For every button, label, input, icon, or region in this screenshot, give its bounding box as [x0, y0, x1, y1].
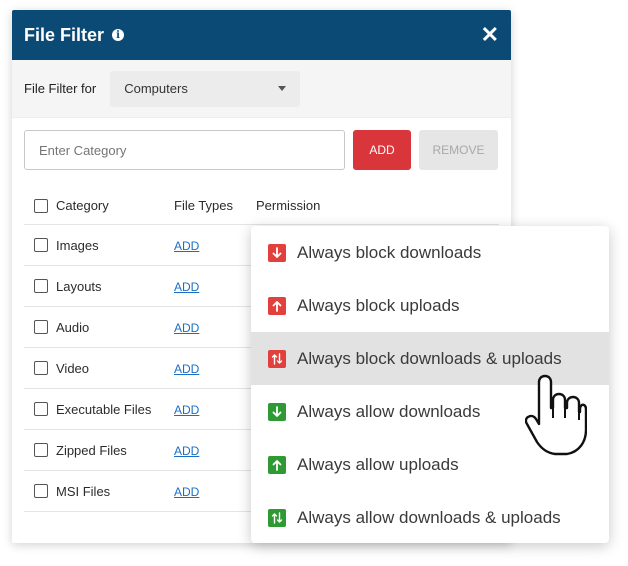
- row-category: Zipped Files: [24, 443, 174, 458]
- permission-option-label: Always allow downloads: [297, 401, 481, 421]
- table-header: Category File Types Permission: [24, 187, 499, 225]
- category-name: Video: [56, 360, 90, 376]
- add-file-types-link[interactable]: ADD: [174, 403, 199, 417]
- add-button[interactable]: ADD: [353, 130, 411, 170]
- target-select-value: Computers: [124, 81, 188, 96]
- add-file-types-link[interactable]: ADD: [174, 321, 199, 335]
- add-file-types-link[interactable]: ADD: [174, 485, 199, 499]
- add-file-types-link[interactable]: ADD: [174, 280, 199, 294]
- remove-button[interactable]: REMOVE: [419, 130, 498, 170]
- arrow-down-icon: [268, 243, 286, 262]
- add-file-types-link[interactable]: ADD: [174, 362, 199, 376]
- header-permission: Permission: [256, 198, 321, 213]
- arrow-up-icon: [268, 296, 286, 315]
- row-file-types: ADD: [174, 320, 256, 335]
- row-category: MSI Files: [24, 484, 174, 499]
- header-category-label: Category: [56, 198, 109, 213]
- dialog-title: File Filter: [24, 24, 105, 45]
- permission-option-label: Always block downloads & uploads: [297, 348, 562, 368]
- row-category: Executable Files: [24, 402, 174, 417]
- info-icon[interactable]: i: [112, 29, 125, 41]
- arrows-up-down-icon: [268, 508, 286, 527]
- row-checkbox[interactable]: [34, 443, 48, 457]
- row-checkbox[interactable]: [34, 484, 48, 498]
- arrow-up-icon: [268, 455, 286, 474]
- permission-option-label: Always block downloads: [297, 242, 482, 262]
- row-checkbox[interactable]: [34, 320, 48, 334]
- header-category: Category: [24, 198, 174, 213]
- target-select[interactable]: Computers: [110, 70, 301, 107]
- permission-option-label: Always allow downloads & uploads: [297, 507, 561, 527]
- row-file-types: ADD: [174, 484, 256, 499]
- filter-bar: File Filter for Computers: [12, 60, 511, 118]
- dialog-titlebar: File Filter i ✕: [12, 10, 511, 60]
- hand-cursor-icon: [525, 374, 587, 456]
- category-input[interactable]: [24, 130, 345, 170]
- arrow-down-icon: [268, 402, 286, 421]
- row-file-types: ADD: [174, 279, 256, 294]
- category-input-row: ADD REMOVE: [24, 130, 498, 170]
- category-name: Executable Files: [56, 401, 152, 417]
- row-checkbox[interactable]: [34, 361, 48, 375]
- row-file-types: ADD: [174, 443, 256, 458]
- row-checkbox[interactable]: [34, 402, 48, 416]
- stage: File Filter i ✕ File Filter for Computer…: [0, 0, 628, 566]
- permission-option-label: Always allow uploads: [297, 454, 459, 474]
- chevron-down-icon: [278, 86, 287, 91]
- arrows-up-down-icon: [268, 349, 286, 368]
- category-name: Layouts: [56, 278, 102, 294]
- category-name: Audio: [56, 319, 90, 335]
- permission-option[interactable]: Always block uploads: [251, 279, 609, 332]
- select-all-checkbox[interactable]: [34, 198, 48, 213]
- permission-option[interactable]: Always block downloads: [251, 226, 609, 279]
- add-file-types-link[interactable]: ADD: [174, 444, 199, 458]
- title-group: File Filter i: [24, 24, 125, 46]
- row-checkbox[interactable]: [34, 279, 48, 293]
- add-file-types-link[interactable]: ADD: [174, 239, 199, 253]
- close-icon[interactable]: ✕: [481, 24, 499, 46]
- row-category: Video: [24, 361, 174, 376]
- permission-option-label: Always block uploads: [297, 295, 460, 315]
- permission-option[interactable]: Always allow downloads & uploads: [251, 491, 609, 544]
- header-file-types: File Types: [174, 198, 234, 213]
- row-category: Images: [24, 238, 174, 253]
- row-category: Layouts: [24, 279, 174, 294]
- row-checkbox[interactable]: [34, 238, 48, 252]
- row-category: Audio: [24, 320, 174, 335]
- category-name: MSI Files: [56, 483, 111, 499]
- row-file-types: ADD: [174, 238, 256, 253]
- category-name: Images: [56, 237, 99, 253]
- row-file-types: ADD: [174, 361, 256, 376]
- category-name: Zipped Files: [56, 442, 127, 458]
- row-file-types: ADD: [174, 402, 256, 417]
- filter-label: File Filter for: [24, 81, 97, 96]
